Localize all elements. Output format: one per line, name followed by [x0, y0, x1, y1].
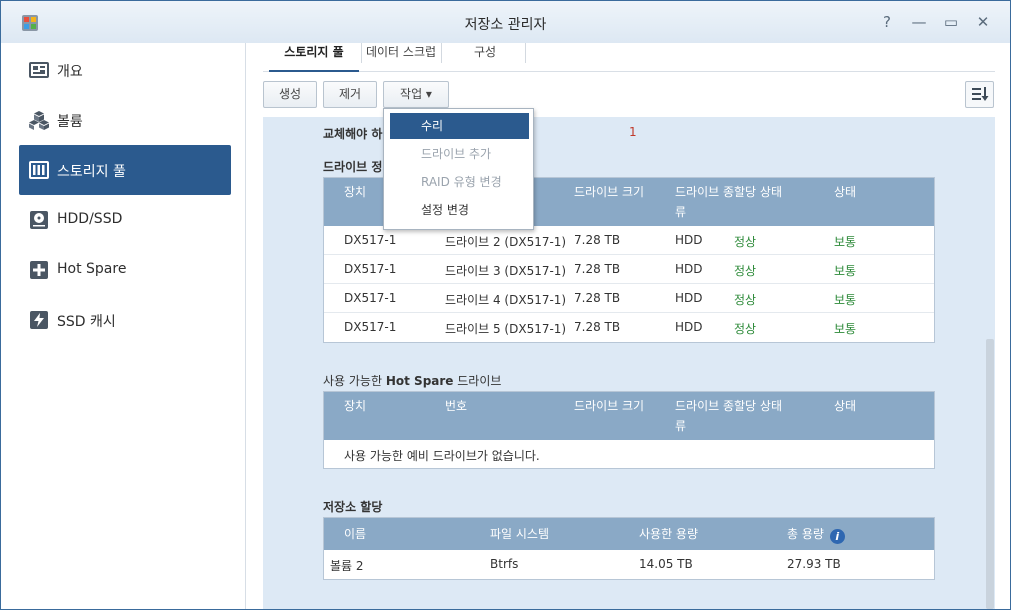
- table-row[interactable]: DX517-1 드라이브 2 (DX517-1) 7.28 TB HDD 정상 …: [324, 226, 934, 255]
- empty-message: 사용 가능한 예비 드라이브가 없습니다.: [344, 449, 540, 463]
- tab-divider: [525, 43, 526, 63]
- volume-icon: [29, 111, 49, 130]
- column-header: 드라이브 종할당 상태: [675, 185, 782, 199]
- remove-button[interactable]: 제거: [323, 81, 377, 108]
- column-header: 장치: [344, 399, 367, 413]
- menu-item-change-settings[interactable]: 설정 변경: [390, 197, 529, 223]
- sidebar-item-hdd-ssd[interactable]: HDD/SSD: [19, 195, 231, 245]
- storage-manager-window: 저장소 관리자 ? — ▭ ✕ 개요 볼륨 스토리지 풀 HDD/SSD Hot…: [0, 0, 1011, 610]
- hot-spare-section-title: 사용 가능한 Hot Spare 드라이브: [323, 374, 502, 388]
- sidebar-item-overview[interactable]: 개요: [19, 45, 231, 95]
- replace-drive-label: 교체해야 하: [323, 127, 383, 141]
- title-bar[interactable]: 저장소 관리자 ? — ▭ ✕: [1, 1, 1010, 43]
- sidebar: 개요 볼륨 스토리지 풀 HDD/SSD Hot Spare SSD 캐시: [1, 43, 246, 609]
- help-icon[interactable]: ?: [877, 12, 897, 32]
- minimize-icon[interactable]: —: [909, 12, 929, 32]
- action-dropdown-button[interactable]: 작업 ▾: [383, 81, 449, 108]
- hot-spare-table-header: 장치 번호 드라이브 크기 드라이브 종할당 상태 류 상태: [324, 392, 934, 440]
- hot-spare-table: 장치 번호 드라이브 크기 드라이브 종할당 상태 류 상태 사용 가능한 예비…: [323, 391, 935, 469]
- hot-spare-icon: [30, 261, 48, 279]
- action-dropdown-menu: 수리 드라이브 추가 RAID 유형 변경 설정 변경: [383, 108, 534, 230]
- column-header: 총 용량 i: [787, 522, 845, 546]
- sort-button[interactable]: [965, 81, 994, 108]
- storage-pool-icon: [29, 161, 49, 179]
- status-text: 정상: [734, 235, 757, 249]
- menu-item-change-raid-type: RAID 유형 변경: [421, 175, 502, 189]
- tab-data-scrub[interactable]: 데이터 스크럽: [363, 39, 439, 72]
- sort-icon: [972, 87, 989, 101]
- sidebar-item-label: HDD/SSD: [57, 211, 123, 227]
- status-text: 보통: [834, 264, 857, 278]
- vertical-scrollbar[interactable]: [986, 339, 994, 609]
- column-header: 드라이브 크기: [574, 185, 645, 199]
- tab-divider: [361, 43, 362, 63]
- tab-bar: 스토리지 풀 데이터 스크럽 구성: [263, 39, 995, 72]
- empty-row: 사용 가능한 예비 드라이브가 없습니다.: [324, 440, 934, 469]
- status-text: 보통: [834, 235, 857, 249]
- status-text: 정상: [734, 293, 757, 307]
- sidebar-item-ssd-cache[interactable]: SSD 캐시: [19, 295, 231, 345]
- column-header: 류: [675, 419, 687, 433]
- sidebar-item-label: 볼륨: [57, 114, 83, 130]
- status-text: 보통: [834, 293, 857, 307]
- tab-storage-pool[interactable]: 스토리지 풀: [269, 39, 359, 72]
- column-header: 번호: [445, 399, 468, 413]
- sidebar-item-hot-spare[interactable]: Hot Spare: [19, 245, 231, 295]
- status-text: 정상: [734, 322, 757, 336]
- column-header: 이름: [344, 527, 367, 541]
- sidebar-item-storage-pool[interactable]: 스토리지 풀: [19, 145, 231, 195]
- allocation-section-title: 저장소 할당: [323, 500, 383, 514]
- sidebar-item-label: 스토리지 풀: [57, 164, 126, 180]
- column-header: 상태: [834, 185, 857, 199]
- table-row[interactable]: DX517-1 드라이브 4 (DX517-1) 7.28 TB HDD 정상 …: [324, 284, 934, 313]
- maximize-icon[interactable]: ▭: [941, 12, 961, 32]
- create-button[interactable]: 생성: [263, 81, 317, 108]
- tab-configuration[interactable]: 구성: [445, 39, 525, 72]
- column-header: 드라이브 종할당 상태: [675, 399, 782, 413]
- hdd-icon: [30, 211, 48, 229]
- column-header: 류: [675, 205, 687, 219]
- column-header: 사용한 용량: [639, 527, 699, 541]
- table-row[interactable]: DX517-1 드라이브 3 (DX517-1) 7.28 TB HDD 정상 …: [324, 255, 934, 284]
- status-text: 정상: [734, 264, 757, 278]
- table-row[interactable]: 볼륨 2 Btrfs 14.05 TB 27.93 TB: [324, 550, 934, 579]
- sidebar-item-volume[interactable]: 볼륨: [19, 95, 231, 145]
- column-header: 상태: [834, 399, 857, 413]
- overview-icon: [29, 62, 49, 78]
- column-header: 장치: [344, 185, 367, 199]
- info-icon[interactable]: i: [829, 529, 845, 544]
- replace-drive-count: 1: [629, 125, 637, 139]
- sidebar-item-label: Hot Spare: [57, 261, 127, 277]
- table-row[interactable]: DX517-1 드라이브 5 (DX517-1) 7.28 TB HDD 정상 …: [324, 313, 934, 342]
- sidebar-item-label: SSD 캐시: [57, 314, 116, 330]
- allocation-table-header: 이름 파일 시스템 사용한 용량 총 용량 i: [324, 518, 934, 550]
- column-header: 드라이브 크기: [574, 399, 645, 413]
- tab-divider: [441, 43, 442, 63]
- status-text: 보통: [834, 322, 857, 336]
- drive-info-label: 드라이브 정: [323, 160, 383, 174]
- ssd-cache-icon: [30, 311, 48, 329]
- column-header: 파일 시스템: [490, 527, 550, 541]
- allocation-table: 이름 파일 시스템 사용한 용량 총 용량 i 볼륨 2 Btrfs 14.05…: [323, 517, 935, 580]
- close-icon[interactable]: ✕: [973, 12, 993, 32]
- menu-item-add-drive: 드라이브 추가: [421, 147, 492, 161]
- window-title: 저장소 관리자: [464, 17, 547, 33]
- menu-item-repair[interactable]: 수리: [390, 113, 529, 139]
- sidebar-item-label: 개요: [57, 64, 83, 80]
